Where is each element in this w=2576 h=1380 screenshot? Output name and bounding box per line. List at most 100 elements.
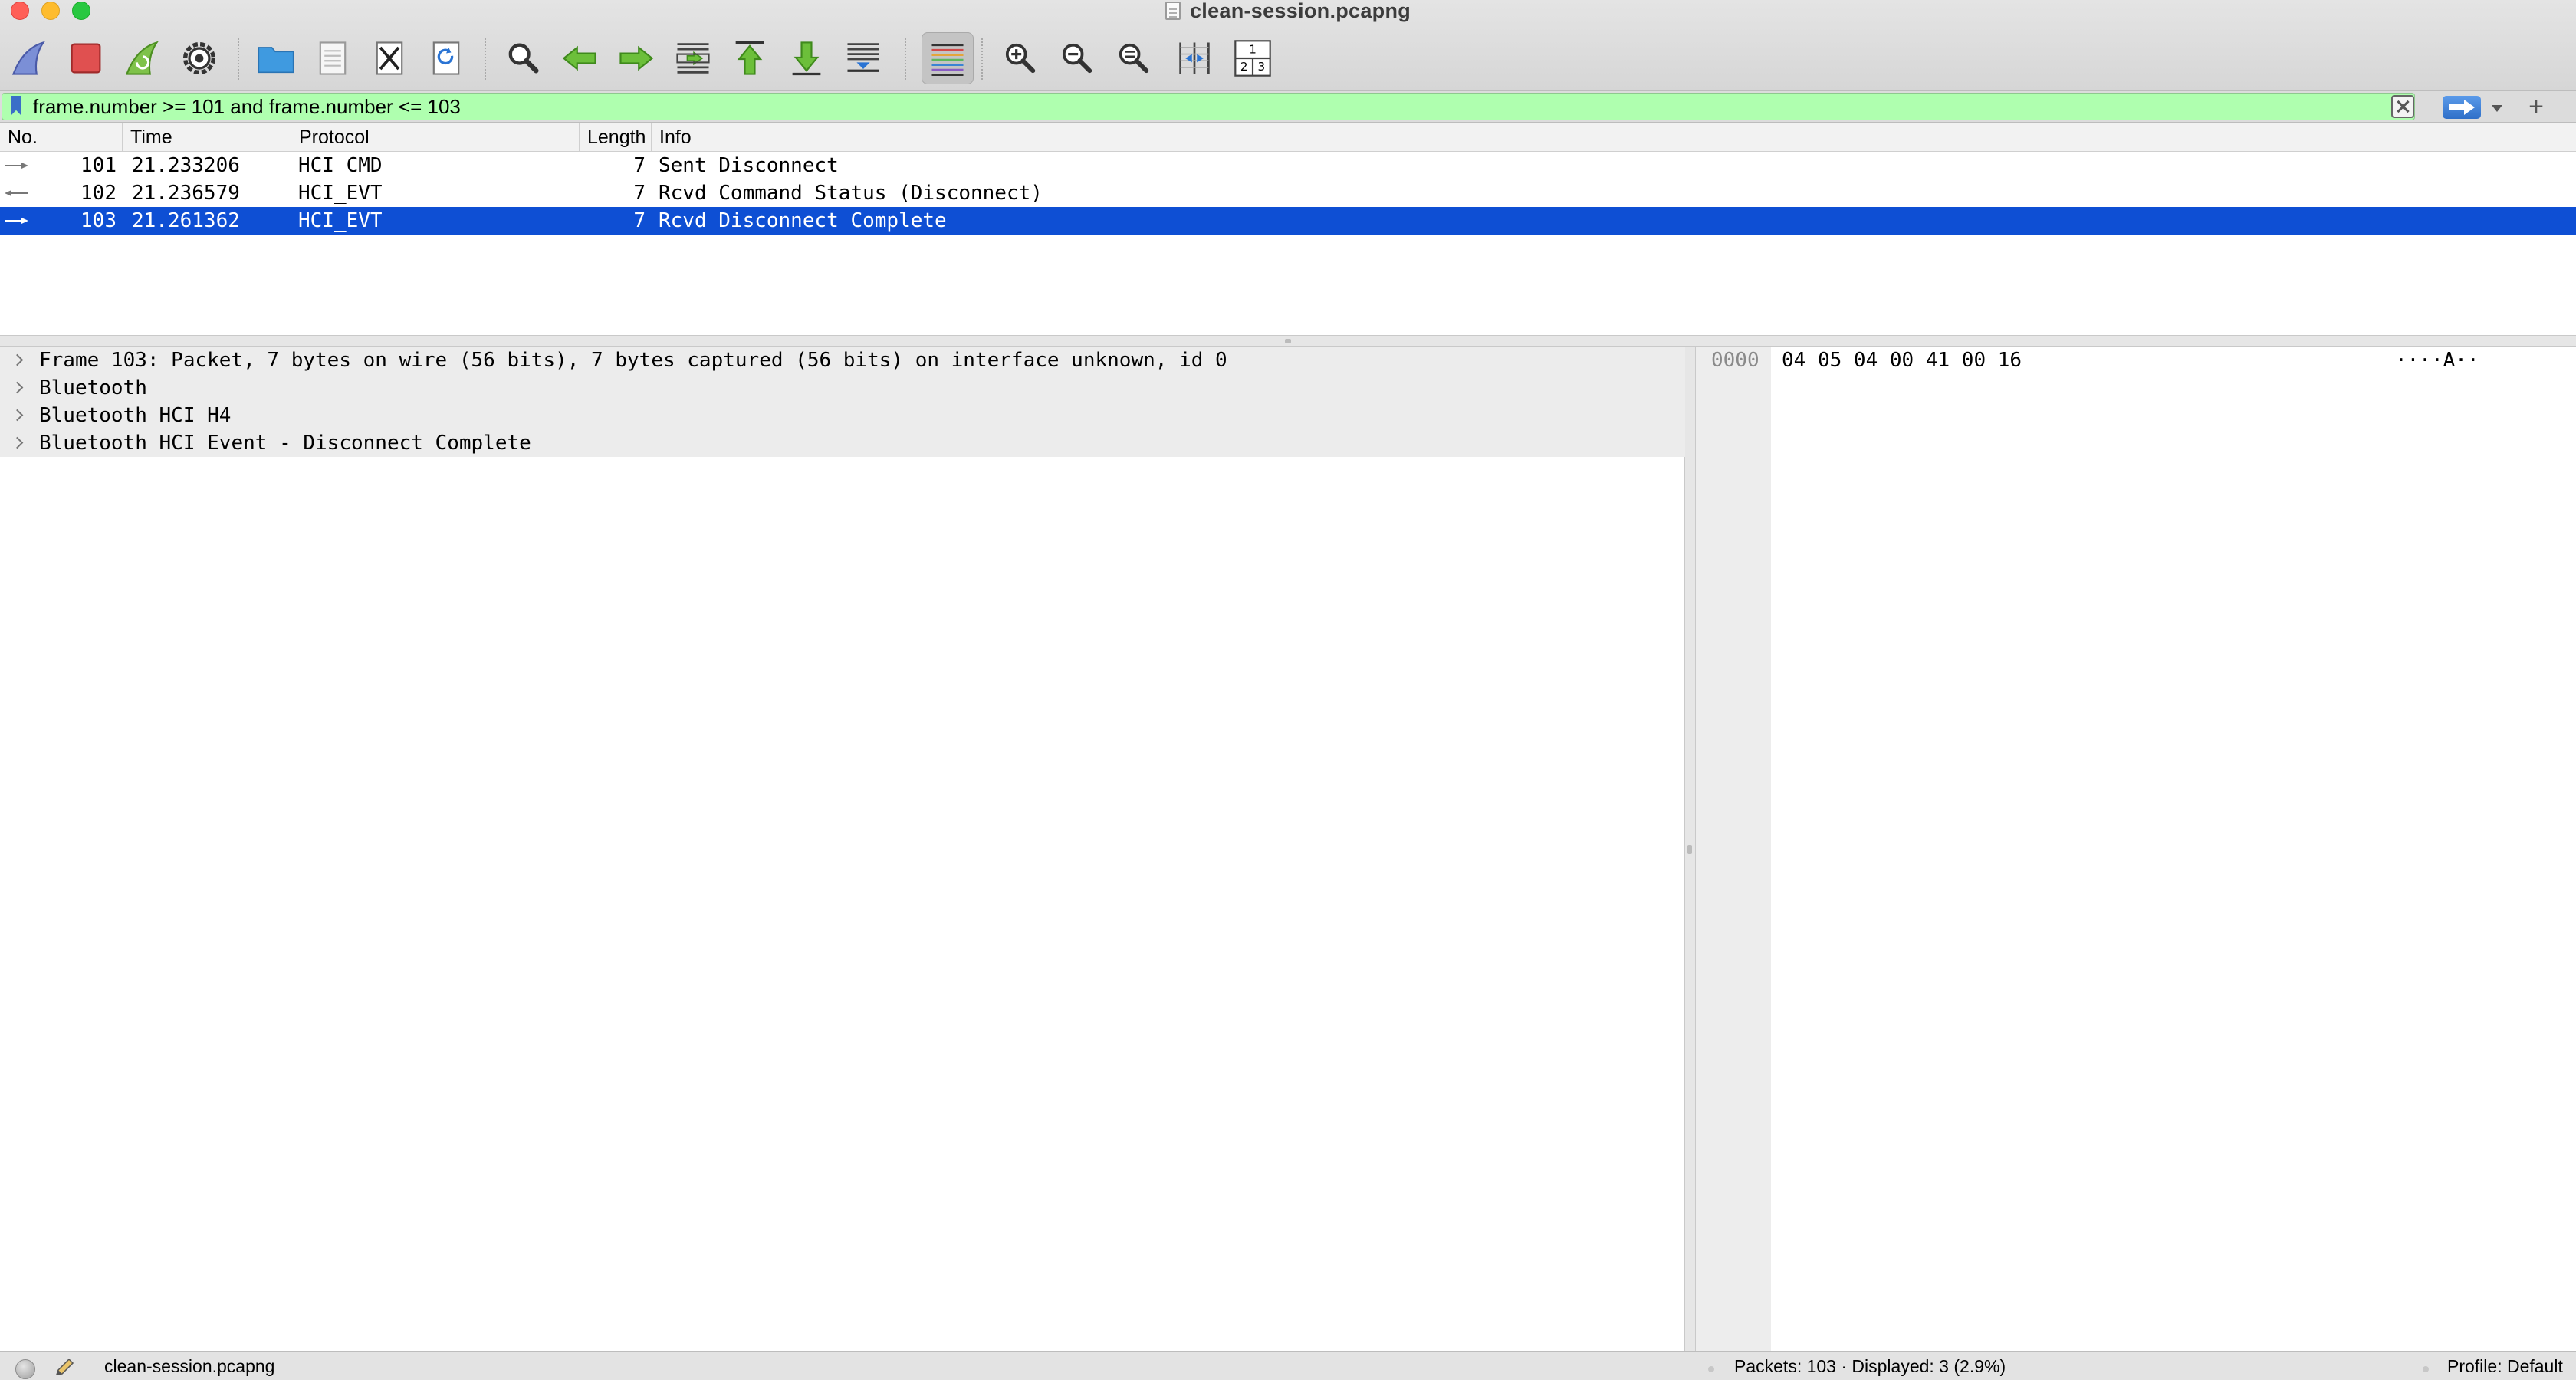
apply-filter-button[interactable] — [2443, 96, 2481, 119]
packet-row-selected[interactable]: 103 21.261362 HCI_EVT 7 Rcvd Disconnect … — [0, 207, 2576, 235]
pane-splitter-vertical[interactable] — [1685, 347, 1696, 1351]
packet-length: 7 — [633, 209, 646, 232]
byte-offset: 0000 — [1711, 349, 1760, 372]
autoscroll-button[interactable] — [837, 32, 889, 84]
status-bar: clean-session.pcapng Packets: 103 · Disp… — [0, 1351, 2576, 1380]
chevron-right-icon[interactable] — [11, 380, 26, 396]
toolbar-separator — [485, 38, 486, 80]
packet-protocol: HCI_EVT — [298, 182, 383, 205]
stop-icon — [71, 43, 101, 74]
resize-columns-button[interactable] — [1168, 32, 1221, 84]
stop-capture-button[interactable] — [60, 32, 112, 84]
zoom-out-button[interactable] — [1050, 32, 1102, 84]
status-packet-count: Packets: 103 · Displayed: 3 (2.9%) — [1734, 1356, 2006, 1376]
detail-tree-item[interactable]: Bluetooth HCI Event - Disconnect Complet… — [0, 429, 1685, 457]
close-file-button[interactable] — [363, 32, 416, 84]
clear-filter-icon[interactable] — [2391, 95, 2414, 118]
status-separator-dot — [2423, 1366, 2429, 1372]
start-capture-button[interactable] — [3, 32, 55, 84]
zoom-in-button[interactable] — [994, 32, 1046, 84]
hex-bytes[interactable]: 04 05 04 00 41 00 16 — [1782, 347, 2022, 374]
zoom-reset-icon — [1119, 43, 1149, 74]
first-packet-button[interactable] — [724, 32, 776, 84]
packet-length: 7 — [633, 154, 646, 177]
pane-splitter-horizontal[interactable] — [0, 336, 2576, 347]
packet-length: 7 — [633, 182, 646, 205]
detail-tree-item[interactable]: Bluetooth HCI H4 — [0, 402, 1685, 429]
resize-columns-icon — [1179, 42, 1210, 74]
go-forward-button[interactable] — [610, 32, 662, 84]
reload-file-button[interactable] — [420, 32, 472, 84]
packet-info: Rcvd Command Status (Disconnect) — [659, 182, 1043, 205]
packet-time: 21.236579 — [132, 182, 240, 205]
detail-tree-label: Bluetooth — [39, 376, 147, 399]
detail-tree-item[interactable]: Bluetooth — [0, 374, 1685, 402]
packet-number: 101 — [80, 154, 117, 177]
display-filter-text[interactable]: frame.number >= 101 and frame.number <= … — [33, 95, 461, 119]
pencil-icon — [55, 1358, 74, 1375]
open-file-button[interactable] — [250, 32, 302, 84]
column-header-time[interactable]: Time — [123, 123, 291, 152]
status-separator-dot — [1708, 1366, 1714, 1372]
sent-direction-icon — [5, 218, 28, 224]
title-area: clean-session.pcapng — [0, 0, 2576, 22]
gear-icon — [182, 41, 216, 75]
column-header-no[interactable]: No. — [0, 123, 123, 152]
splitter-grip — [1687, 845, 1692, 854]
display-filter-bar: frame.number >= 101 and frame.number <= … — [0, 90, 2576, 123]
main-toolbar: 1 2 3 — [0, 29, 2576, 87]
packet-row[interactable]: 101 21.233206 HCI_CMD 7 Sent Disconnect — [0, 152, 2576, 179]
toolbar-separator — [905, 38, 906, 80]
arrow-right-icon — [619, 45, 654, 71]
column-header-protocol[interactable]: Protocol — [291, 123, 580, 152]
restart-capture-button[interactable] — [117, 32, 169, 84]
close-file-icon — [376, 41, 403, 75]
column-header-info[interactable]: Info — [652, 123, 2576, 152]
colorize-button[interactable] — [922, 32, 974, 84]
offset-column: 0000 — [1696, 347, 1771, 1351]
autoscroll-icon — [847, 43, 879, 72]
sent-direction-icon — [5, 163, 28, 169]
go-to-packet-button[interactable] — [667, 32, 719, 84]
packet-list: No. Time Protocol Length Info 101 21.233… — [0, 123, 2576, 336]
packet-number: 102 — [80, 182, 117, 205]
layout-digit: 3 — [1258, 60, 1266, 74]
chevron-right-icon[interactable] — [11, 408, 26, 423]
last-packet-button[interactable] — [780, 32, 833, 84]
window-chrome: clean-session.pcapng 1 2 3 — [0, 0, 2576, 90]
detail-tree-label: Frame 103: Packet, 7 bytes on wire (56 b… — [39, 349, 1227, 372]
splitter-grip — [1285, 339, 1291, 343]
find-packet-button[interactable] — [497, 32, 549, 84]
restart-fin-icon — [125, 41, 159, 75]
add-filter-button[interactable]: + — [2522, 93, 2550, 120]
go-back-button[interactable] — [554, 32, 606, 84]
chevron-right-icon[interactable] — [11, 435, 26, 451]
normal-size-button[interactable] — [1107, 32, 1159, 84]
filter-history-button[interactable] — [2486, 97, 2509, 119]
colorize-icon — [932, 44, 964, 76]
ascii-bytes[interactable]: ····A·· — [2395, 347, 2479, 374]
zoom-out-icon — [1062, 43, 1092, 74]
packet-protocol: HCI_CMD — [298, 154, 383, 177]
capture-comment-icon[interactable] — [54, 1358, 77, 1378]
display-filter-input[interactable]: frame.number >= 101 and frame.number <= … — [2, 93, 2415, 120]
packet-protocol: HCI_EVT — [298, 209, 383, 232]
packet-row[interactable]: 102 21.236579 HCI_EVT 7 Rcvd Command Sta… — [0, 179, 2576, 207]
save-file-button[interactable] — [307, 32, 359, 84]
received-direction-icon — [5, 190, 28, 196]
magnifier-icon — [508, 43, 539, 74]
arrow-up-icon — [735, 41, 764, 75]
packet-list-header: No. Time Protocol Length Info — [0, 123, 2576, 152]
layout-button[interactable]: 1 2 3 — [1227, 32, 1279, 84]
capture-options-button[interactable] — [173, 32, 225, 84]
go-to-packet-icon — [676, 43, 710, 74]
layout-digit: 2 — [1240, 60, 1248, 74]
expert-info-icon[interactable] — [15, 1359, 35, 1379]
chevron-right-icon[interactable] — [11, 353, 26, 368]
detail-tree-label: Bluetooth HCI H4 — [39, 404, 232, 427]
column-header-length[interactable]: Length — [580, 123, 652, 152]
status-profile[interactable]: Profile: Default — [2447, 1356, 2563, 1377]
packet-bytes-pane: 0000 04 05 04 00 41 00 16 ····A·· — [1696, 347, 2576, 1351]
bookmark-icon[interactable] — [7, 95, 25, 118]
detail-tree-item[interactable]: Frame 103: Packet, 7 bytes on wire (56 b… — [0, 347, 1685, 374]
